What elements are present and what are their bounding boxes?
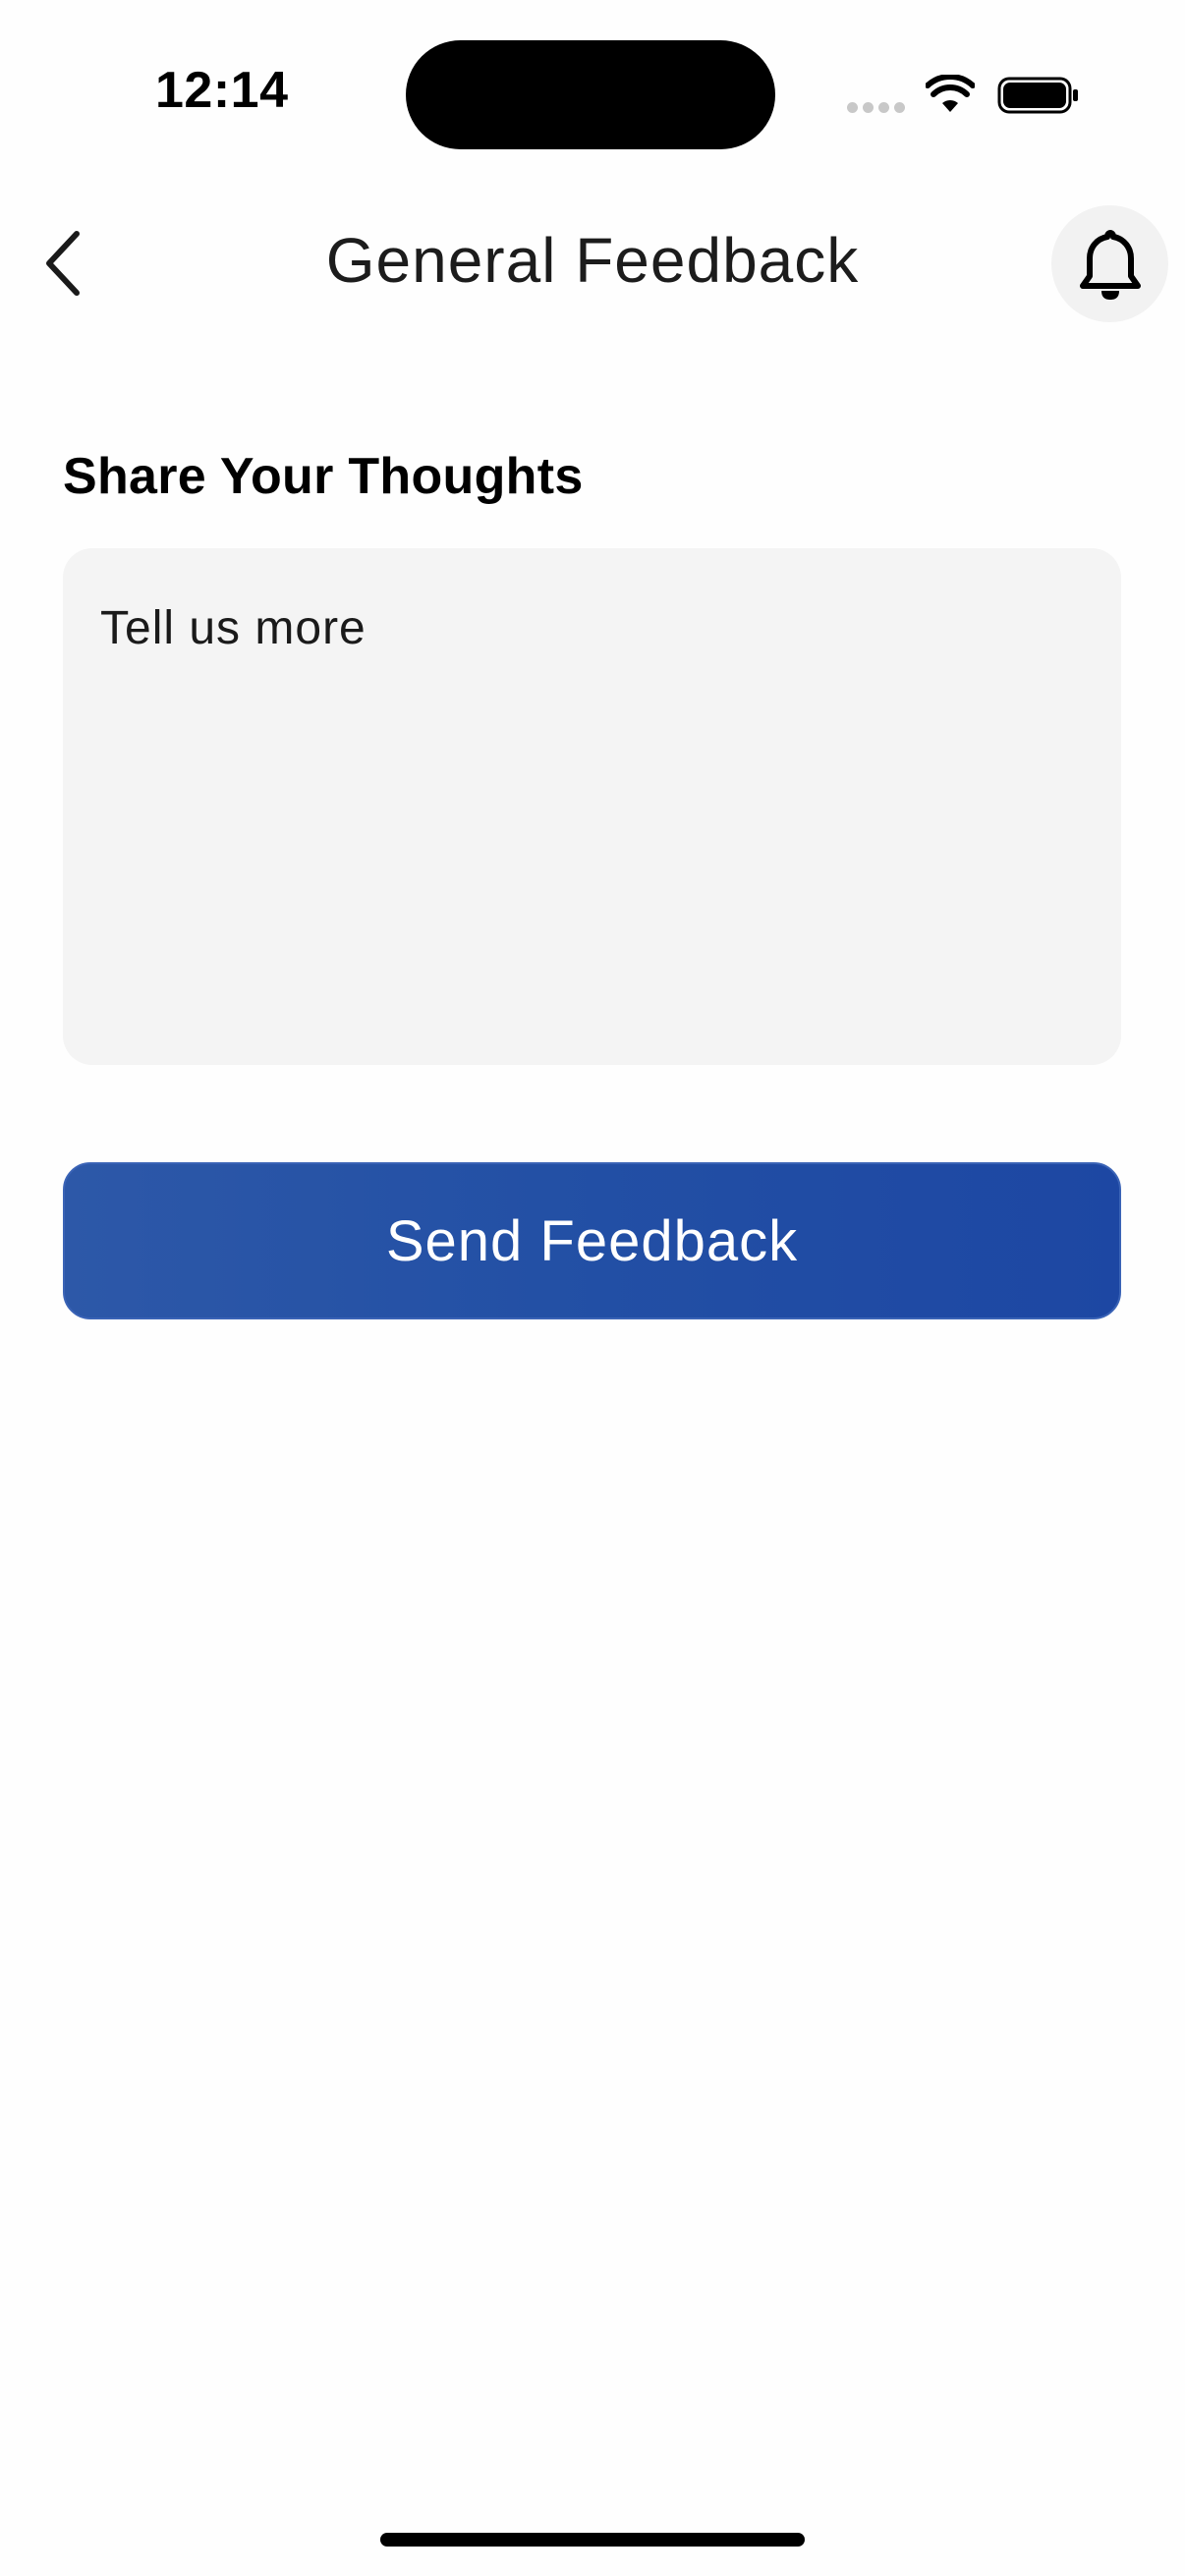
bell-icon [1080, 230, 1141, 300]
feedback-textarea[interactable] [63, 548, 1121, 1065]
notifications-button[interactable] [1051, 205, 1168, 322]
section-label: Share Your Thoughts [63, 448, 584, 505]
battery-icon [997, 77, 1078, 114]
send-feedback-button[interactable]: Send Feedback [63, 1162, 1121, 1319]
wifi-icon [926, 75, 975, 112]
cellular-signal-icon [847, 102, 906, 116]
home-indicator[interactable] [380, 2533, 805, 2547]
page-title: General Feedback [325, 225, 860, 296]
dynamic-island [406, 40, 775, 149]
status-bar-time: 12:14 [155, 62, 289, 119]
